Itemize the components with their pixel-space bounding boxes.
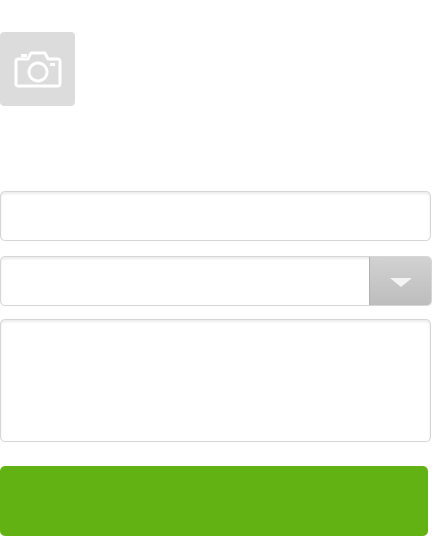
category-select[interactable] bbox=[0, 256, 432, 306]
add-photo-button[interactable] bbox=[0, 32, 75, 106]
notes-field[interactable] bbox=[0, 319, 431, 442]
camera-icon bbox=[14, 49, 62, 89]
submit-button[interactable] bbox=[0, 466, 428, 536]
chevron-down-icon bbox=[389, 277, 412, 287]
name-field[interactable] bbox=[0, 191, 431, 241]
dropdown-button[interactable] bbox=[369, 257, 431, 305]
